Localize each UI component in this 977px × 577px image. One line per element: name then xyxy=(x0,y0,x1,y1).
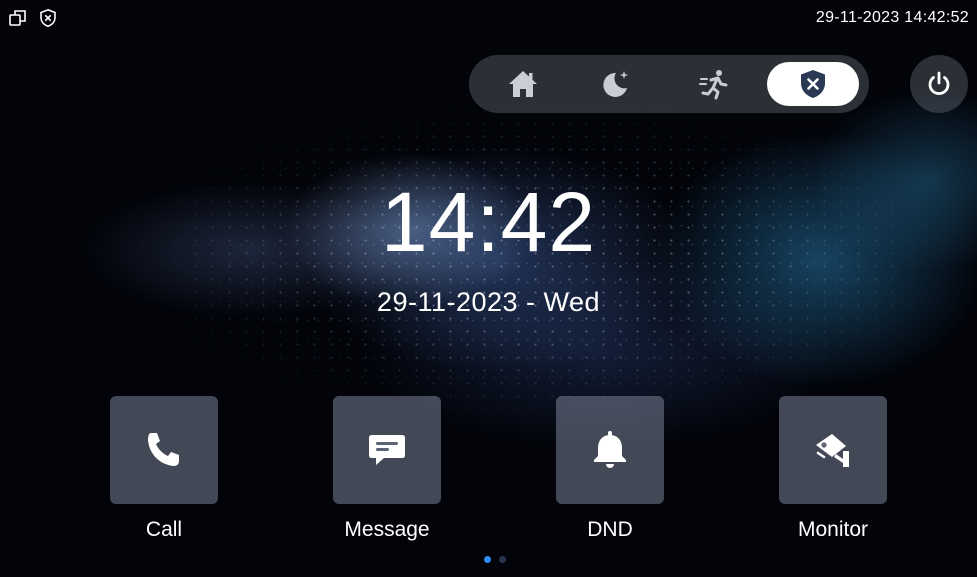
status-datetime: 29-11-2023 14:42:52 xyxy=(815,9,969,26)
status-icons xyxy=(8,8,58,28)
dnd-tile[interactable] xyxy=(556,396,664,504)
monitor-app[interactable]: Monitor xyxy=(779,396,887,541)
home-screen: 29-11-2023 14:42:52 14:42 29-11-2023 - W… xyxy=(0,0,977,577)
home-icon xyxy=(509,71,537,97)
page-dot-1[interactable] xyxy=(484,556,491,563)
home-mode-button[interactable] xyxy=(477,62,569,106)
call-tile[interactable] xyxy=(110,396,218,504)
power-button[interactable] xyxy=(910,55,968,113)
bell-icon xyxy=(594,431,626,468)
message-app[interactable]: Message xyxy=(333,396,441,541)
clock-time: 14:42 xyxy=(380,175,597,269)
call-app[interactable]: Call xyxy=(110,396,218,541)
power-icon xyxy=(928,71,950,96)
monitor-label: Monitor xyxy=(797,518,869,541)
away-mode-button[interactable] xyxy=(669,62,761,106)
message-tile[interactable] xyxy=(333,396,441,504)
night-mode-button[interactable] xyxy=(569,62,661,106)
running-person-icon xyxy=(699,70,728,100)
page-dot-2[interactable] xyxy=(499,556,506,563)
moon-icon xyxy=(603,71,628,97)
multi-window-icon xyxy=(8,8,28,28)
dnd-app[interactable]: DND xyxy=(556,396,664,541)
camera-icon xyxy=(816,434,849,467)
disarm-mode-button[interactable] xyxy=(767,62,859,106)
shield-x-icon xyxy=(801,70,825,98)
message-icon xyxy=(369,435,405,465)
clock-date: 29-11-2023 - Wed xyxy=(376,287,601,317)
message-label: Message xyxy=(344,518,430,541)
call-label: Call xyxy=(145,518,183,541)
dnd-label: DND xyxy=(587,518,633,541)
shield-x-icon xyxy=(38,8,58,28)
phone-icon xyxy=(148,433,179,466)
monitor-tile[interactable] xyxy=(779,396,887,504)
page-indicator xyxy=(484,556,506,563)
arming-mode-bar xyxy=(469,55,869,113)
